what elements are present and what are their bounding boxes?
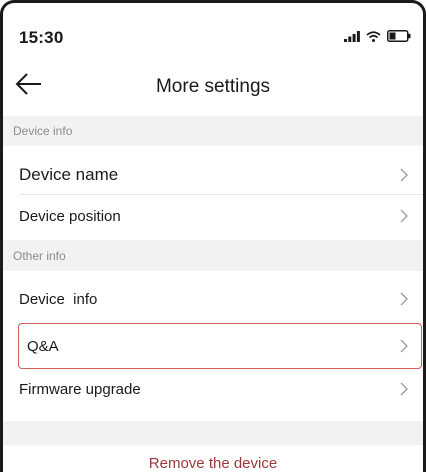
status-time: 15:30	[19, 28, 64, 47]
navigation-bar: More settings	[3, 58, 423, 108]
settings-row-device-info[interactable]: Device info	[3, 279, 423, 319]
phone-screen: 15:30 More settings Device info Device n…	[0, 0, 426, 472]
row-label: Device info	[19, 290, 98, 308]
section-header-other-info: Other info	[3, 240, 423, 271]
row-label: Device position	[19, 207, 121, 225]
chevron-right-icon	[400, 168, 408, 182]
wifi-icon	[366, 31, 381, 42]
section-spacer	[3, 421, 423, 445]
row-label: Firmware upgrade	[19, 380, 141, 398]
divider	[19, 194, 423, 195]
settings-row-device-position[interactable]: Device position	[3, 196, 423, 236]
row-label: Q&A	[27, 337, 59, 355]
settings-row-device-name[interactable]: Device name	[3, 153, 423, 197]
status-bar: 15:30	[3, 3, 423, 47]
chevron-right-icon	[400, 292, 408, 306]
row-label: Device name	[19, 165, 119, 184]
settings-row-firmware-upgrade[interactable]: Firmware upgrade	[3, 369, 423, 409]
settings-row-qa[interactable]: Q&A	[3, 325, 423, 367]
page-title: More settings	[155, 76, 271, 97]
remove-device-button[interactable]: Remove the device	[3, 455, 423, 472]
cellular-signal-icon	[344, 31, 360, 42]
chevron-right-icon	[400, 209, 408, 223]
chevron-right-icon	[400, 339, 408, 353]
section-header-device-info: Device info	[3, 116, 423, 146]
chevron-right-icon	[400, 382, 408, 396]
battery-icon	[387, 30, 411, 42]
status-icons	[344, 30, 411, 42]
